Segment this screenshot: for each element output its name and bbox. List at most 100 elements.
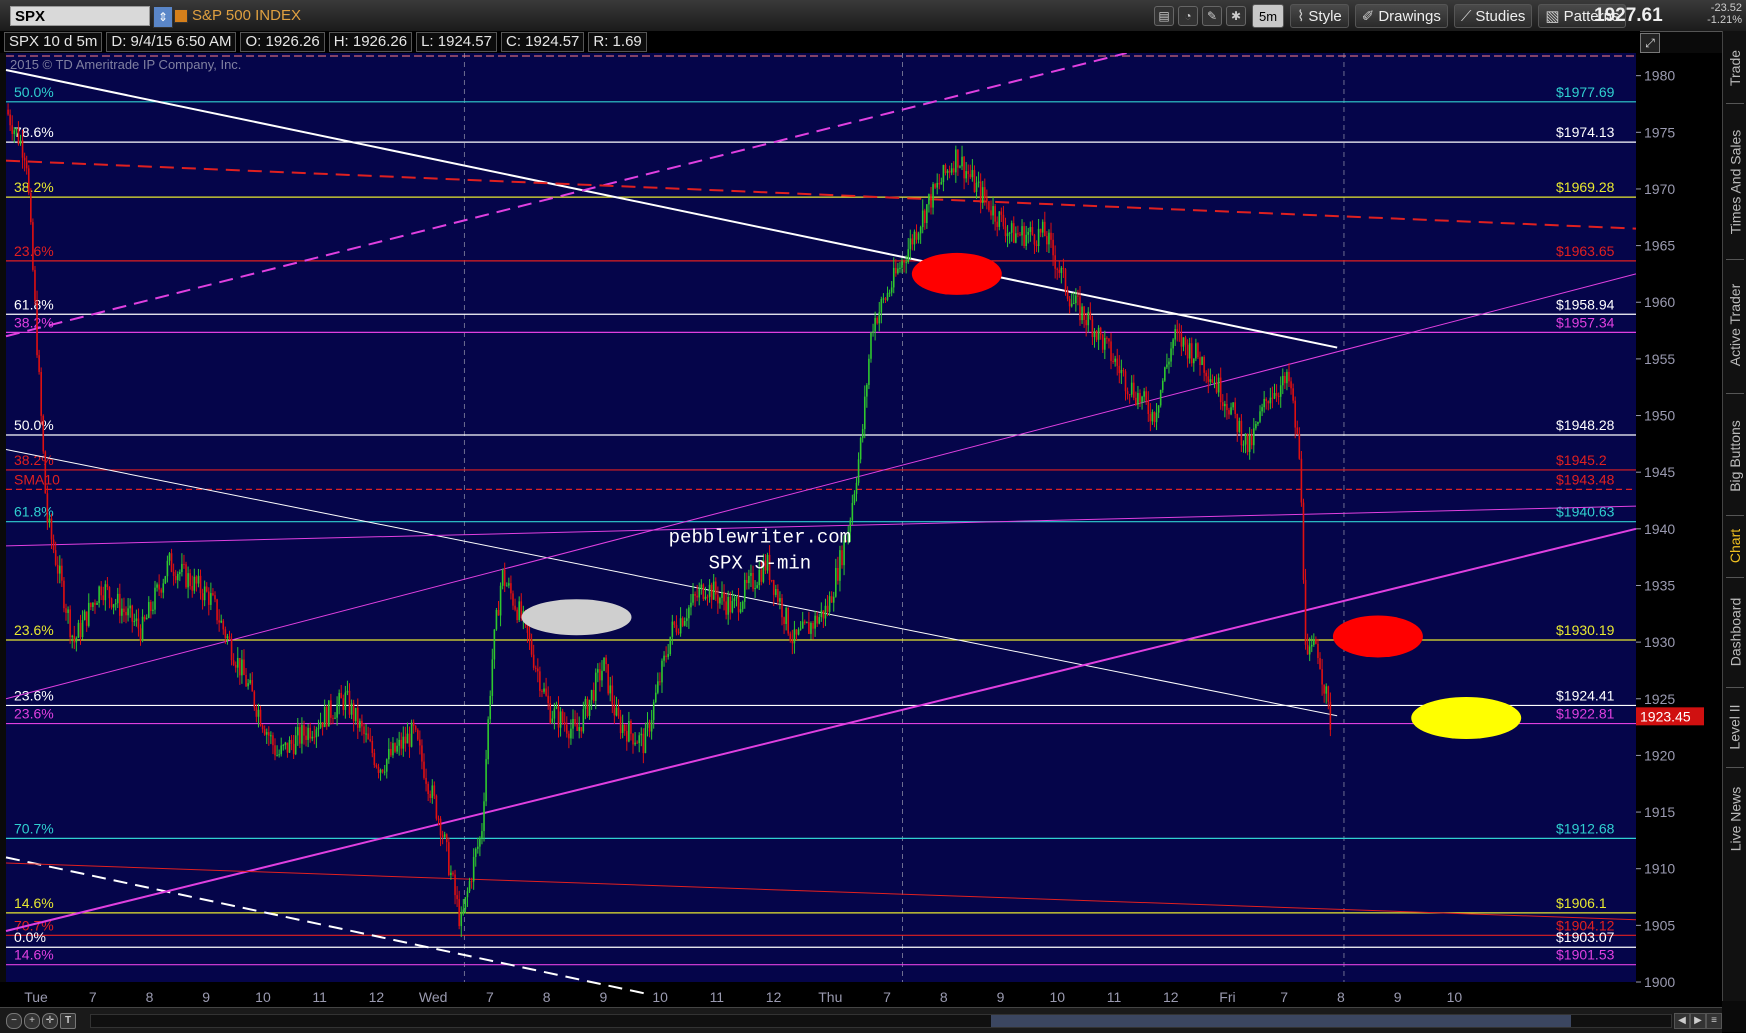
candle-body (704, 596, 707, 599)
candle-body (516, 609, 518, 621)
candle-body (25, 160, 28, 169)
change-abs: -23.52 (1710, 2, 1742, 14)
x-axis-tick-label: 12 (369, 989, 385, 1005)
candle-body (988, 201, 990, 211)
candle-body (549, 703, 552, 723)
candle-body (423, 761, 425, 778)
studies-button[interactable]: ⟋ Studies (1453, 4, 1533, 28)
clock-icon[interactable]: ◔ (1178, 6, 1198, 26)
candle-body (255, 707, 258, 717)
scroll-right-icon[interactable]: ▶ (1690, 1013, 1706, 1029)
scroll-thumb[interactable] (991, 1015, 1571, 1027)
candle-body (1246, 433, 1249, 452)
symbol-input[interactable]: SPX (10, 6, 150, 26)
last-price: 1927.61 (1594, 5, 1663, 26)
candle-body (319, 722, 322, 728)
candle-body (1238, 420, 1241, 432)
candle-body (309, 727, 311, 739)
candle-body (443, 834, 446, 837)
candle-body (212, 593, 214, 596)
drawings-label: Drawings (1378, 7, 1441, 25)
candle-body (880, 299, 883, 313)
tab-big-buttons[interactable]: Big Buttons (1723, 401, 1746, 511)
candle-body (986, 198, 988, 202)
candle-body (998, 211, 1001, 227)
tab-chart[interactable]: Chart (1723, 521, 1746, 571)
menu-icon[interactable]: ≡ (1706, 1013, 1722, 1029)
settings-icon[interactable]: ✱ (1226, 6, 1246, 26)
chart-spec[interactable]: SPX 10 d 5m (4, 32, 103, 52)
candle-body (926, 204, 928, 223)
candle-body (611, 685, 614, 705)
period-button[interactable]: 5m (1252, 4, 1285, 28)
candle-body (1255, 424, 1257, 429)
candle-body (708, 584, 711, 597)
candle-body (541, 690, 543, 692)
crosshair-icon[interactable]: ✛ (42, 1013, 58, 1029)
zoom-out-icon[interactable]: − (6, 1013, 22, 1029)
expand-icon[interactable]: ⤢ (1640, 33, 1660, 53)
tab-live-news[interactable]: Live News (1723, 773, 1746, 865)
drawings-button[interactable]: ✐ Drawings (1354, 4, 1448, 28)
tab-active-trader[interactable]: Active Trader (1723, 265, 1746, 385)
zoom-in-icon[interactable]: + (24, 1013, 40, 1029)
x-axis-tick-label: 8 (940, 989, 948, 1005)
tools-icon[interactable]: ✎ (1202, 6, 1222, 26)
candle-body (928, 194, 930, 205)
candle-body (1236, 413, 1239, 432)
candle-body (48, 518, 51, 523)
tab-dashboard[interactable]: Dashboard (1723, 583, 1746, 681)
candle-body (1085, 320, 1087, 326)
candle-body (127, 608, 129, 616)
candle-body (32, 222, 34, 270)
style-button[interactable]: ⌇ Style (1290, 4, 1349, 28)
scroll-left-icon[interactable]: ◀ (1674, 1013, 1690, 1029)
candle-body (878, 312, 881, 324)
candle-body (723, 592, 725, 602)
candle-body (996, 221, 999, 227)
candle-body (1186, 344, 1189, 359)
y-axis-tick-label: 1975 (1644, 124, 1675, 140)
text-tool-icon[interactable]: T (60, 1013, 76, 1029)
scroll-track[interactable] (90, 1014, 1672, 1028)
candle-body (356, 707, 359, 728)
candle-body (44, 451, 47, 494)
candle-body (667, 654, 669, 657)
candle-body (557, 706, 560, 728)
candle-body (944, 165, 947, 174)
candle-body (830, 596, 833, 603)
candle-body (806, 622, 808, 624)
candle-body (292, 743, 295, 755)
level-price-label: $1945.2 (1556, 452, 1607, 468)
candle-body (1329, 701, 1332, 730)
candle-body (977, 181, 980, 183)
candle-body (1058, 269, 1061, 273)
candle-body (895, 267, 897, 274)
level-price-label: $1901.53 (1556, 947, 1615, 963)
candle-body (626, 731, 628, 742)
candle-body (477, 846, 479, 849)
candle-body (975, 182, 978, 192)
candle-body (323, 707, 326, 728)
candle-body (13, 130, 16, 134)
tab-level-ii[interactable]: Level II (1723, 693, 1746, 761)
candle-body (421, 745, 423, 762)
candle-body (439, 818, 442, 836)
candle-body (346, 690, 349, 693)
ohlc-info-bar: SPX 10 d 5m D: 9/4/15 6:50 AM O: 1926.26… (0, 31, 1640, 53)
print-icon[interactable]: ▤ (1154, 6, 1174, 26)
last-price-tag-label: 1923.45 (1640, 708, 1691, 724)
candle-body (1064, 269, 1067, 292)
candle-body (1302, 502, 1305, 580)
candle-body (582, 708, 585, 732)
candle-body (1077, 295, 1079, 297)
candle-body (1048, 232, 1050, 245)
tab-trade[interactable]: Trade (1723, 37, 1746, 99)
candle-body (87, 602, 90, 626)
symbol-dropdown-icon[interactable]: ⇕ (153, 6, 173, 28)
link-color-icon[interactable] (174, 9, 188, 23)
tab-times-and-sales[interactable]: Times And Sales (1723, 111, 1746, 253)
candle-body (748, 575, 750, 584)
price-chart[interactable]: 50.0% $1977.69 78.6% $1974.13 38.2% $1969.28 2… (0, 53, 1722, 1007)
candle-body (870, 332, 872, 359)
